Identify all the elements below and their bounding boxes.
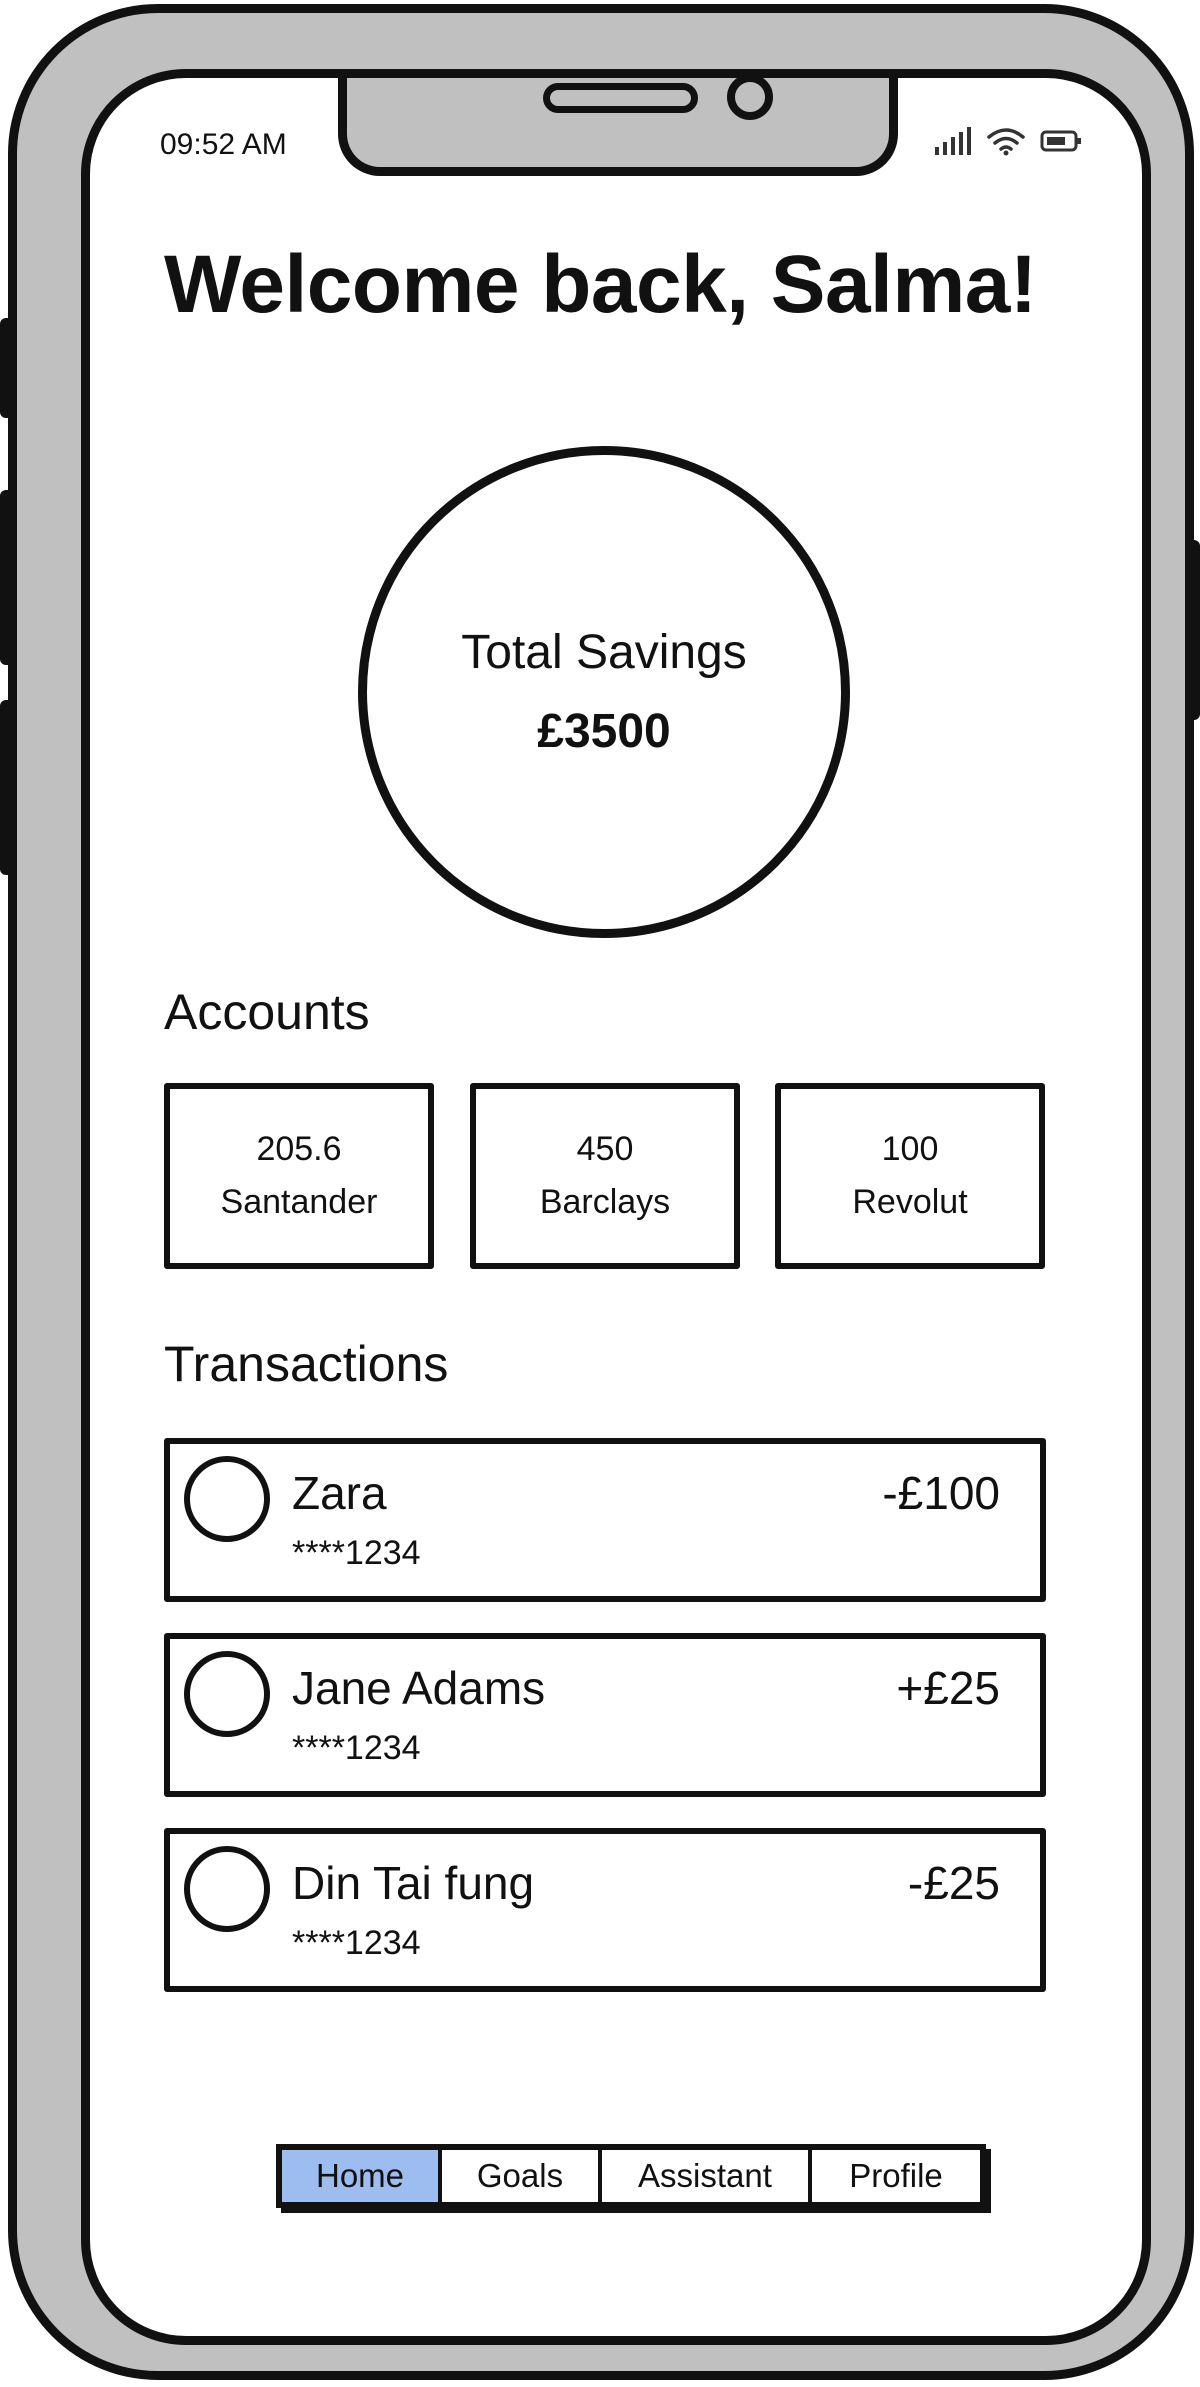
status-icons (934, 126, 1082, 156)
transaction-amount: -£100 (882, 1467, 1000, 1519)
account-name: Barclays (539, 1183, 671, 1221)
transaction-row[interactable]: Zara ****1234 -£100 (164, 1438, 1046, 1602)
transaction-row[interactable]: Din Tai fung ****1234 -£25 (164, 1828, 1046, 1992)
total-savings-label: Total Savings (461, 626, 747, 679)
transaction-amount: -£25 (907, 1857, 1000, 1909)
transaction-card-number: ****1234 (292, 1729, 421, 1767)
merchant-avatar (184, 1651, 270, 1737)
signal-icon (935, 127, 971, 155)
merchant-avatar (184, 1456, 270, 1542)
account-balance: 100 (881, 1130, 939, 1168)
merchant-avatar (184, 1846, 270, 1932)
tab-profile[interactable]: Profile (812, 2150, 980, 2202)
transaction-row[interactable]: Jane Adams ****1234 +£25 (164, 1633, 1046, 1797)
transaction-card-number: ****1234 (292, 1534, 421, 1572)
notch (338, 78, 898, 176)
wifi-icon (987, 128, 1025, 156)
account-name: Santander (220, 1183, 378, 1221)
status-time: 09:52 AM (160, 128, 287, 161)
camera-icon (727, 78, 773, 120)
account-balance: 450 (576, 1130, 634, 1168)
battery-icon (1040, 130, 1081, 152)
total-savings-circle: Total Savings £3500 (358, 446, 850, 938)
transaction-merchant: Zara (292, 1467, 387, 1519)
accounts-heading: Accounts (164, 984, 370, 1040)
transaction-merchant: Din Tai fung (292, 1857, 535, 1909)
transactions-heading: Transactions (164, 1336, 449, 1392)
account-balance: 205.6 (256, 1130, 342, 1168)
transaction-merchant: Jane Adams (292, 1662, 546, 1714)
speaker-icon (543, 83, 698, 113)
tab-goals[interactable]: Goals (442, 2150, 602, 2202)
account-card-santander[interactable]: 205.6 Santander (164, 1083, 434, 1269)
phone-screen: 09:52 AM Welcome back, Salma! Total Savi… (81, 69, 1151, 2345)
transaction-amount: +£25 (896, 1662, 1000, 1714)
bottom-tab-bar: Home Goals Assistant Profile (276, 2144, 986, 2208)
page-title: Welcome back, Salma! (164, 239, 1037, 330)
account-card-barclays[interactable]: 450 Barclays (470, 1083, 740, 1269)
total-savings-amount: £3500 (537, 705, 671, 758)
account-name: Revolut (852, 1183, 968, 1221)
tab-assistant[interactable]: Assistant (602, 2150, 812, 2202)
tab-home[interactable]: Home (282, 2150, 442, 2202)
account-card-revolut[interactable]: 100 Revolut (775, 1083, 1045, 1269)
transaction-card-number: ****1234 (292, 1924, 421, 1962)
phone-frame: 09:52 AM Welcome back, Salma! Total Savi… (8, 4, 1194, 2380)
